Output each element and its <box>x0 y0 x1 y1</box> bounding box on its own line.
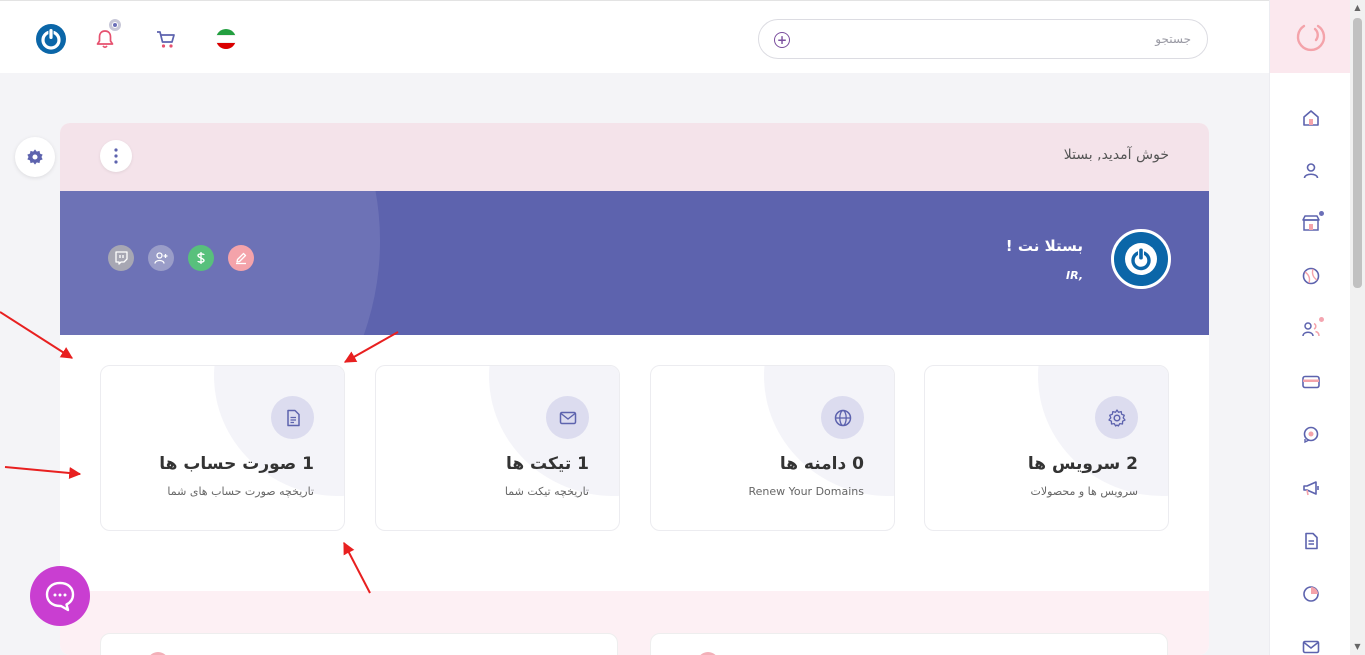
stat-title: 0 دامنه ها <box>779 454 864 474</box>
stat-card-services[interactable]: 2 سرویس ها سرویس ها و محصولات <box>924 365 1169 531</box>
cart-button[interactable] <box>150 23 182 55</box>
sidebar-item-home[interactable] <box>1298 105 1324 131</box>
avatar[interactable] <box>1111 229 1171 289</box>
user-country: IR, <box>1066 269 1083 282</box>
card-icon-wrap <box>821 396 864 439</box>
sidebar-item-reports[interactable] <box>1298 581 1324 607</box>
card-icon-wrap <box>1095 396 1138 439</box>
user-icon <box>1303 163 1319 179</box>
document-icon <box>1305 532 1318 550</box>
home-icon <box>1303 110 1319 126</box>
sidebar-item-announcements[interactable] <box>1298 475 1324 501</box>
power-icon <box>1125 243 1157 275</box>
scroll-down-icon[interactable]: ▼ <box>1353 642 1362 651</box>
edit-icon <box>236 252 247 265</box>
stat-desc: تاریخچه تیکت شما <box>504 485 589 498</box>
chat-icon <box>45 581 75 612</box>
stat-desc: سرویس ها و محصولات <box>1030 485 1138 498</box>
stat-desc: Renew Your Domains <box>748 485 864 498</box>
welcome-text: خوش آمدید, بستلا <box>1063 147 1169 163</box>
store-badge <box>1319 211 1324 216</box>
gear-icon <box>27 149 43 165</box>
profile-actions <box>108 245 254 271</box>
stat-card-domains[interactable]: 0 دامنه ها Renew Your Domains <box>650 365 895 531</box>
scrollbar[interactable]: ▲ ▼ <box>1350 0 1365 655</box>
search-box: + <box>758 19 1208 59</box>
users-icon <box>1302 322 1320 337</box>
card-icon <box>1302 375 1320 389</box>
settings-button[interactable] <box>15 137 55 177</box>
iran-flag-icon <box>216 29 236 49</box>
user-name: بستلا نت ! <box>1005 237 1083 255</box>
sidebar-item-support[interactable] <box>1298 422 1324 448</box>
brand-logo[interactable] <box>1270 0 1351 73</box>
sidebar-item-documents[interactable] <box>1298 528 1324 554</box>
mail-icon <box>1302 640 1320 654</box>
more-vertical-icon <box>114 148 118 164</box>
pie-chart-icon <box>1303 586 1319 602</box>
card-icon-wrap <box>271 396 314 439</box>
chat-button[interactable] <box>30 566 90 626</box>
bell-icon <box>96 30 114 49</box>
store-icon <box>1302 215 1320 231</box>
twitch-icon <box>115 251 128 265</box>
cart-icon <box>157 31 175 48</box>
stat-card-tickets[interactable]: 1 تیکت ها تاریخچه تیکت شما <box>375 365 620 531</box>
stat-title: 2 سرویس ها <box>1027 454 1138 474</box>
power-icon[interactable] <box>35 23 67 55</box>
notification-badge <box>109 19 121 31</box>
sidebar-item-users[interactable] <box>1298 316 1324 342</box>
stat-desc: تاریخچه صورت حساب های شما <box>167 485 314 498</box>
sidebar-item-mail[interactable] <box>1298 634 1324 655</box>
more-options-button[interactable] <box>100 140 132 172</box>
sidebar <box>1269 0 1351 655</box>
lower-card-right[interactable] <box>650 633 1168 655</box>
add-contact-button[interactable] <box>148 245 174 271</box>
search-input[interactable] <box>799 20 1191 58</box>
card-icon-wrap <box>546 396 589 439</box>
flag-red <box>216 43 236 49</box>
stat-card-invoices[interactable]: 1 صورت حساب ها تاریخچه صورت حساب های شما <box>100 365 345 531</box>
user-plus-icon <box>154 252 168 264</box>
sidebar-item-profile[interactable] <box>1298 158 1324 184</box>
scroll-up-icon[interactable]: ▲ <box>1353 3 1362 12</box>
edit-profile-button[interactable] <box>228 245 254 271</box>
globe-icon <box>834 409 851 426</box>
stat-title: 1 صورت حساب ها <box>159 454 314 474</box>
twitch-button[interactable] <box>108 245 134 271</box>
scroll-thumb[interactable] <box>1353 18 1362 288</box>
dollar-icon <box>197 252 205 264</box>
payment-button[interactable] <box>188 245 214 271</box>
logo-icon <box>1296 24 1325 51</box>
invoice-icon <box>286 409 300 426</box>
top-bar: + <box>0 0 1269 73</box>
sidebar-item-ball[interactable] <box>1298 263 1324 289</box>
megaphone-icon <box>1303 481 1319 496</box>
lower-card-left[interactable] <box>100 633 618 655</box>
stats-cards: 2 سرویس ها سرویس ها و محصولات 0 دامنه ها… <box>100 365 1169 531</box>
sidebar-item-store[interactable] <box>1298 210 1324 236</box>
users-badge <box>1319 317 1324 322</box>
gear-icon <box>1107 408 1126 427</box>
mail-icon <box>559 411 576 424</box>
profile-banner: بستلا نت ! IR, <box>60 191 1209 335</box>
stat-title: 1 تیکت ها <box>505 454 589 474</box>
support-icon <box>1303 426 1319 444</box>
language-button[interactable] <box>210 23 242 55</box>
dashboard-panel: خوش آمدید, بستلا بستلا نت ! IR, 2 سرویس … <box>60 123 1209 655</box>
flag-white <box>216 35 236 43</box>
sidebar-item-billing[interactable] <box>1298 369 1324 395</box>
welcome-bar: خوش آمدید, بستلا <box>60 123 1209 191</box>
ball-icon <box>1302 267 1320 285</box>
add-icon[interactable]: + <box>774 32 790 48</box>
notification-button[interactable] <box>89 19 121 55</box>
lower-section <box>60 591 1209 655</box>
